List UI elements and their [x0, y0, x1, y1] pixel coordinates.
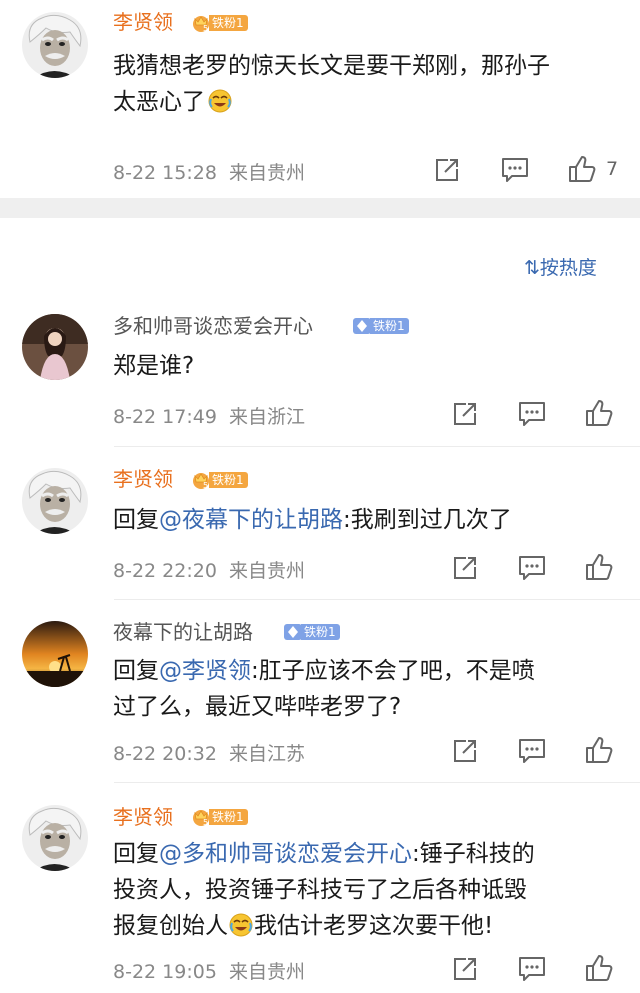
- comment-icon[interactable]: [518, 401, 546, 427]
- avatar[interactable]: [22, 468, 88, 534]
- divider: [114, 446, 640, 447]
- fan-badge-label: 铁粉1: [209, 15, 248, 31]
- share-icon[interactable]: [452, 401, 478, 427]
- avatar[interactable]: [22, 12, 88, 78]
- comment-meta: 8-22 22:20 来自贵州: [113, 560, 306, 582]
- comment-meta: 8-22 17:49 来自浙江: [113, 406, 306, 428]
- share-icon[interactable]: [452, 738, 478, 764]
- like-icon[interactable]: [585, 399, 613, 427]
- sort-by-hot-button[interactable]: ⇅按热度: [524, 253, 597, 280]
- post-text-line1: 我猜想老罗的惊天长文是要干郑刚，那孙子: [113, 53, 550, 79]
- fan-badge-label: 铁粉1: [301, 624, 340, 640]
- fan-badge-label: 铁粉1: [370, 318, 409, 334]
- comment-icon[interactable]: [518, 738, 546, 764]
- crown-level-icon: [191, 470, 211, 490]
- like-count: 7: [606, 158, 619, 180]
- mention-link[interactable]: @夜幕下的让胡路: [159, 507, 343, 533]
- like-icon[interactable]: [585, 553, 613, 581]
- comment-icon[interactable]: [518, 555, 546, 581]
- comment-text: 郑是谁?: [113, 353, 195, 379]
- divider: [114, 782, 640, 783]
- share-icon[interactable]: [452, 555, 478, 581]
- like-icon[interactable]: [568, 155, 596, 183]
- fan-badge[interactable]: 铁粉1: [352, 316, 409, 336]
- comment-meta: 8-22 20:32 来自江苏: [113, 743, 306, 765]
- post-text: 我猜想老罗的惊天长文是要干郑刚，那孙子 太恶心了: [113, 48, 633, 120]
- fan-badge-label: 铁粉1: [209, 472, 248, 488]
- post-text-line2: 太恶心了: [113, 89, 205, 115]
- share-icon[interactable]: [452, 956, 478, 982]
- sort-icon: ⇅: [524, 257, 540, 279]
- username[interactable]: 夜幕下的让胡路: [113, 620, 253, 644]
- username[interactable]: 李贤领: [113, 10, 173, 34]
- sort-label: 按热度: [539, 257, 597, 279]
- comment-text: 回复@李贤领:肛子应该不会了吧，不是喷 过了么，最近又哔哔老罗了?: [113, 658, 535, 720]
- crown-level-icon: [191, 13, 211, 33]
- post-time: 8-22 15:28: [113, 162, 217, 184]
- fan-badge[interactable]: 铁粉1: [283, 622, 340, 642]
- avatar[interactable]: [22, 805, 88, 871]
- post-meta: 8-22 15:28 来自贵州: [113, 158, 305, 185]
- like-icon[interactable]: [585, 736, 613, 764]
- section-divider: [0, 198, 640, 218]
- diamond-icon: [352, 316, 372, 336]
- laugh-cry-emoji-icon: [207, 88, 233, 114]
- mention-link[interactable]: @多和帅哥谈恋爱会开心: [159, 841, 412, 867]
- mention-link[interactable]: @李贤领: [159, 658, 251, 684]
- diamond-icon: [283, 622, 303, 642]
- fan-badge-label: 铁粉1: [209, 809, 248, 825]
- username[interactable]: 李贤领: [113, 805, 173, 829]
- fan-badge[interactable]: 铁粉1: [191, 470, 248, 490]
- comment-meta: 8-22 19:05 来自贵州: [113, 961, 306, 983]
- avatar[interactable]: [22, 621, 88, 687]
- divider: [114, 599, 640, 600]
- avatar[interactable]: [22, 314, 88, 380]
- post-source: 来自贵州: [229, 162, 306, 184]
- comment-text: 回复@多和帅哥谈恋爱会开心:锤子科技的 投资人，投资锤子科技亏了之后各种诋毁 报…: [113, 841, 535, 939]
- share-icon[interactable]: [434, 157, 460, 183]
- comment-icon[interactable]: [501, 157, 529, 183]
- username[interactable]: 李贤领: [113, 467, 173, 491]
- fan-badge[interactable]: 铁粉1: [191, 807, 248, 827]
- fan-badge[interactable]: 铁粉1: [191, 13, 248, 33]
- like-icon[interactable]: [585, 954, 613, 982]
- laugh-cry-emoji-icon: [228, 912, 254, 938]
- comment-text: 回复@夜幕下的让胡路:我刷到过几次了: [113, 507, 512, 533]
- comment-icon[interactable]: [518, 956, 546, 982]
- username[interactable]: 多和帅哥谈恋爱会开心: [113, 314, 313, 338]
- crown-level-icon: [191, 807, 211, 827]
